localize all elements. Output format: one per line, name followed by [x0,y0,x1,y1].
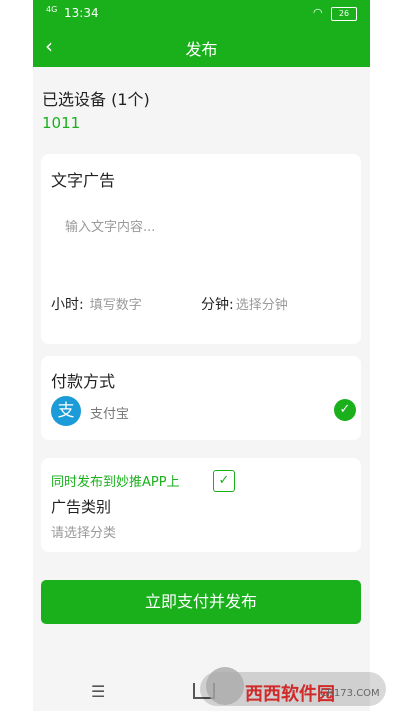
wifi-icon: ◠ [313,6,323,19]
category-card: 同时发布到妙推APP上 ✓ 广告类别 请选择分类 [41,458,361,552]
sync-publish-label: 同时发布到妙推APP上 [51,475,180,490]
minutes-select[interactable]: 选择分钟 [236,298,288,313]
ad-content-input[interactable]: 输入文字内容... [65,216,155,235]
selected-device-id: 1011 [42,114,81,132]
category-select[interactable]: 请选择分类 [51,522,116,541]
page-title: 发布 [185,40,218,59]
payment-card: 付款方式 支 支付宝 ✓ [41,356,361,440]
watermark: 西西软件园 CR173.COM [200,667,386,706]
text-ad-title: 文字广告 [51,171,116,190]
payment-title: 付款方式 [51,372,116,391]
top-bar: 4G 13:34 ◠ 26 ‹ 发布 [33,0,370,67]
menu-icon[interactable]: ☰ [91,682,105,701]
phone-screen: 4G 13:34 ◠ 26 ‹ 发布 已选设备 (1个) 1011 文字广告 输… [33,0,370,711]
signal-indicator: 4G [46,5,58,14]
pay-and-publish-button[interactable]: 立即支付并发布 [41,580,361,624]
minutes-label: 分钟: [201,297,234,313]
hours-field[interactable]: 小时: 填写数字 [51,294,142,314]
battery-icon: 26 [331,7,357,21]
status-time: 13:34 [64,6,99,20]
hours-input[interactable]: 填写数字 [90,298,142,313]
status-bar: 4G 13:34 ◠ 26 [33,0,370,28]
selected-devices-label: 已选设备 (1个) [42,90,150,109]
payment-method-label[interactable]: 支付宝 [90,403,129,422]
sync-publish-checkbox[interactable]: ✓ [213,470,235,492]
minutes-field[interactable]: 分钟: 选择分钟 [201,294,288,314]
selected-devices: 已选设备 (1个) 1011 [42,86,150,132]
category-title: 广告类别 [51,498,112,516]
alipay-icon: 支 [51,396,81,426]
watermark-logo [206,667,244,705]
hours-label: 小时: [51,297,84,313]
text-ad-card: 文字广告 输入文字内容... 小时: 填写数字 分钟: 选择分钟 [41,154,361,344]
check-circle-icon[interactable]: ✓ [334,399,356,421]
watermark-subtext: CR173.COM [320,688,380,699]
